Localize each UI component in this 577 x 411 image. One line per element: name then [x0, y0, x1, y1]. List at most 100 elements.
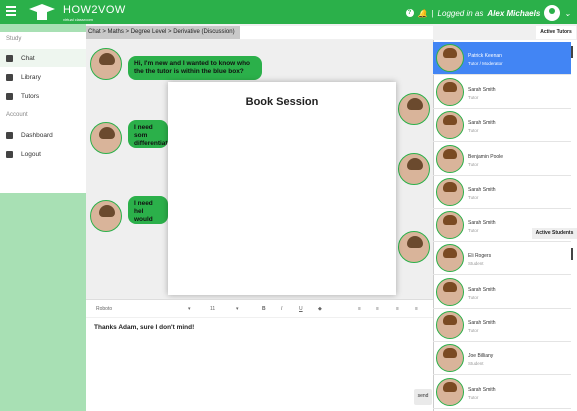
font-select[interactable]: Roboto — [96, 306, 112, 312]
modal-title: Book Session — [245, 96, 319, 108]
chevron-down-icon[interactable]: ⌄ — [564, 9, 571, 18]
person-role: Tutor — [468, 228, 479, 233]
person-name: Benjamin Poole — [468, 154, 504, 160]
person-role: Tutor — [468, 395, 479, 400]
person-item[interactable]: Benjamin Poole Tutor — [433, 143, 571, 176]
breadcrumb[interactable]: Chat > Maths > Degree Level > Derivative… — [86, 26, 240, 39]
avatar — [436, 378, 464, 406]
graduation-cap-icon — [29, 4, 55, 20]
avatar — [436, 145, 464, 173]
person-item[interactable]: Sarah Smith Tutor — [433, 109, 571, 142]
chat-message: I need som differentiati derivative — [128, 120, 168, 148]
person-role: Tutor — [468, 162, 479, 167]
fill-color-icon[interactable]: ◆ — [318, 306, 322, 312]
person-name: Sarah Smith — [468, 220, 496, 226]
person-name: Eli Rogers — [468, 253, 492, 259]
align-right-icon[interactable]: ≡ — [396, 306, 399, 312]
avatar — [436, 78, 464, 106]
book-session-modal[interactable]: Book Session — [168, 82, 396, 295]
person-role: Tutor — [468, 128, 479, 133]
chat-message: I need hel would rec really goo — [128, 196, 168, 224]
person-role: Student — [468, 261, 484, 266]
sidebar-item-label: Logout — [21, 150, 41, 158]
person-item[interactable]: Sarah Smith Tutor — [433, 176, 571, 209]
person-item[interactable]: Sarah Smith Tutor — [433, 276, 571, 309]
person-item[interactable]: Sarah Smith Tutor — [433, 76, 571, 109]
avatar — [436, 244, 464, 272]
sidebar-item-label: Dashboard — [21, 131, 53, 139]
tutors-icon — [6, 92, 13, 100]
sidebar-item-logout[interactable]: Logout — [0, 145, 86, 163]
person-item[interactable]: Patrick Keenan Tutor / Moderator — [433, 42, 571, 75]
avatar — [436, 311, 464, 339]
person-name: Sarah Smith — [468, 287, 496, 293]
bell-icon[interactable]: 🔔 — [418, 9, 428, 18]
menu-icon[interactable] — [6, 6, 16, 16]
chat-message: Hi, I'm new and I wanted to know who the… — [128, 56, 262, 80]
sidebar-item-dashboard[interactable]: Dashboard — [0, 126, 86, 144]
person-item[interactable]: Joe Billiany Student — [433, 342, 571, 375]
align-justify-icon[interactable]: ≡ — [415, 306, 418, 312]
person-role: Student — [468, 361, 484, 366]
user-avatar[interactable] — [544, 5, 561, 21]
chevron-down-icon[interactable]: ▾ — [188, 306, 191, 312]
person-name: Patrick Keenan — [468, 53, 502, 59]
sidebar: Study Chat Library Tutors Account Dashbo… — [0, 24, 86, 411]
avatar — [436, 111, 464, 139]
tab-active-students[interactable]: Active Students — [532, 228, 577, 239]
person-item[interactable]: Sarah Smith Tutor — [433, 309, 571, 342]
sidebar-item-label: Chat — [21, 54, 35, 62]
person-role: Tutor / Moderator — [468, 61, 503, 66]
library-icon — [6, 73, 13, 81]
bold-icon[interactable]: B — [262, 306, 266, 312]
align-left-icon[interactable]: ≡ — [358, 306, 361, 312]
logo: HOW2VOW virtual classroom — [27, 2, 125, 22]
person-name: Joe Billiany — [468, 353, 494, 359]
avatar — [90, 48, 122, 80]
avatar — [436, 44, 464, 72]
message-editor[interactable]: Thanks Adam, sure I don't mind! — [86, 318, 433, 411]
chat-icon — [6, 54, 13, 62]
sidebar-item-chat[interactable]: Chat — [0, 49, 86, 67]
logo-subtitle: virtual classroom — [63, 17, 94, 22]
help-icon[interactable]: ? — [405, 9, 414, 17]
students-scrollbar[interactable] — [571, 248, 573, 260]
breadcrumb-bar — [240, 26, 433, 39]
chevron-down-icon[interactable]: ▾ — [236, 306, 239, 312]
logged-in-label: Logged in as — [437, 8, 484, 18]
top-bar: HOW2VOW virtual classroom ? 🔔 | Logged i… — [0, 0, 577, 24]
section-account-label: Account — [6, 112, 28, 118]
align-center-icon[interactable]: ≡ — [376, 306, 379, 312]
person-name: Sarah Smith — [468, 120, 496, 126]
sidebar-item-library[interactable]: Library — [0, 68, 86, 86]
size-select[interactable]: 11 — [210, 306, 215, 312]
sidebar-item-label: Library — [21, 73, 41, 81]
send-button[interactable]: send — [414, 389, 432, 405]
user-name: Alex Michaels — [487, 8, 541, 18]
person-item[interactable]: Eli Rogers Student — [433, 242, 571, 275]
editor-text: Thanks Adam, sure I don't mind! — [94, 324, 195, 331]
tutors-scrollbar[interactable] — [571, 46, 573, 58]
sidebar-item-tutors[interactable]: Tutors — [0, 87, 86, 105]
sidebar-item-label: Tutors — [21, 92, 40, 100]
person-item[interactable]: Sarah Smith Tutor — [433, 376, 571, 409]
avatar — [398, 231, 430, 263]
person-role: Tutor — [468, 295, 479, 300]
avatar — [436, 278, 464, 306]
avatar — [90, 122, 122, 154]
avatar — [436, 211, 464, 239]
user-area: ? 🔔 | Logged in as Alex Michaels ⌄ — [405, 5, 571, 21]
avatar — [398, 153, 430, 185]
person-name: Sarah Smith — [468, 320, 496, 326]
section-study-label: Study — [6, 36, 22, 42]
avatar — [436, 344, 464, 372]
underline-icon[interactable]: U — [299, 306, 303, 312]
italic-icon[interactable]: I — [281, 306, 282, 312]
dashboard-icon — [6, 131, 13, 139]
person-role: Tutor — [468, 195, 479, 200]
tab-active-tutors[interactable]: Active Tutors — [536, 26, 576, 39]
person-role: Tutor — [468, 328, 479, 333]
avatar — [90, 200, 122, 232]
logo-text: HOW2VOW — [63, 4, 126, 16]
avatar — [398, 93, 430, 125]
